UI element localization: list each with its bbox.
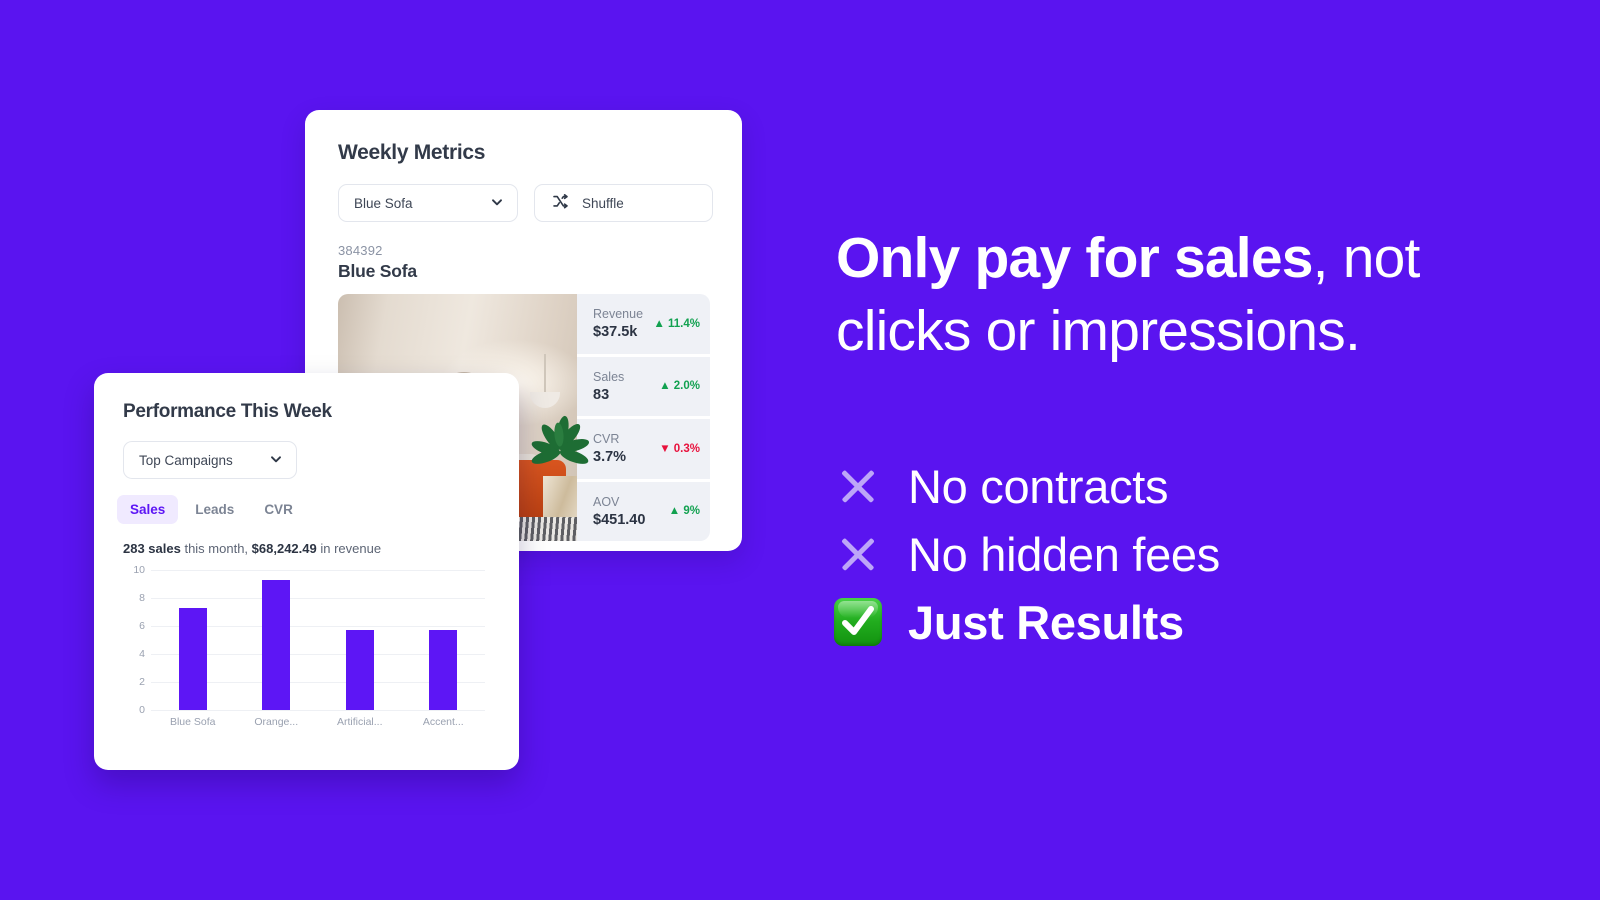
summary-tail: in revenue: [316, 541, 382, 556]
metric-delta-down: ▼ 0.3%: [659, 442, 700, 455]
metric-row: AOV $451.40 ▲ 9%: [577, 481, 710, 541]
product-id: 384392: [338, 243, 383, 258]
metric-row: Sales 83 ▲ 2.0%: [577, 356, 710, 416]
metric-row: Revenue $37.5k ▲ 11.4%: [577, 294, 710, 354]
x-axis-tick-label: Blue Sofa: [169, 716, 216, 728]
y-axis-tick-label: 2: [139, 676, 145, 688]
list-item-label: No hidden fees: [908, 527, 1220, 581]
plant-decor: [529, 406, 594, 482]
summary-mid: this month,: [180, 541, 252, 556]
metric-delta-up: ▲ 2.0%: [659, 380, 700, 393]
weekly-controls-row: Blue Sofa Shuffle: [305, 165, 742, 222]
check-mark-button-icon: [834, 598, 882, 646]
card-title: Performance This Week: [123, 401, 332, 422]
y-axis-tick-label: 10: [133, 564, 145, 576]
metric-label: AOV: [593, 494, 620, 509]
metric-label: Revenue: [593, 307, 644, 322]
metric-value: 3.7%: [593, 449, 627, 466]
promo-headline-block: Only pay for sales, not clicks or impres…: [836, 222, 1536, 368]
sales-bar-chart: 10 8 6 4 2 0 Blue Sofa Orange... Artificial... A…: [123, 564, 485, 730]
y-axis-tick-label: 8: [139, 592, 145, 604]
metric-delta-up: ▲ 11.4%: [653, 317, 700, 330]
card-title: Weekly Metrics: [338, 141, 486, 164]
metric-delta-up: ▲ 9%: [668, 505, 700, 518]
shuffle-button-label: Shuffle: [582, 195, 624, 211]
performance-card: Performance This Week Top Campaigns Sale…: [94, 373, 519, 770]
list-item-label: No contracts: [908, 459, 1169, 513]
gridline: [151, 710, 485, 711]
promo-benefit-list: No contracts No hidden fees Just Results: [834, 452, 1534, 656]
shuffle-button[interactable]: Shuffle: [534, 184, 713, 222]
metric-row: CVR 3.7% ▼ 0.3%: [577, 419, 710, 479]
y-axis-tick-label: 4: [139, 648, 145, 660]
metrics-list: Revenue $37.5k ▲ 11.4% Sales 83 ▲ 2.0% C…: [577, 294, 710, 541]
summary-revenue: $68,242.49: [251, 541, 317, 556]
campaign-select-value: Top Campaigns: [139, 452, 233, 468]
tab-cvr[interactable]: CVR: [251, 495, 306, 524]
chart-bar[interactable]: [429, 629, 458, 710]
metric-value: $37.5k: [593, 324, 638, 341]
page-title: Only pay for sales, not clicks or impres…: [836, 222, 1536, 368]
chart-bar[interactable]: [345, 629, 374, 710]
list-item: Just Results: [834, 588, 1534, 656]
campaign-select[interactable]: Top Campaigns: [123, 441, 297, 479]
list-item: No hidden fees: [834, 520, 1534, 588]
summary-sales-count: 283 sales: [123, 541, 181, 556]
metric-label: CVR: [593, 432, 620, 447]
chart-x-axis: Blue Sofa Orange... Artificial... Accent...: [151, 716, 485, 728]
metric-value: $451.40: [593, 511, 646, 528]
headline-emphasis: Only pay for sales: [836, 226, 1313, 290]
chart-bar[interactable]: [178, 607, 207, 710]
metric-tabs: Sales Leads CVR: [117, 495, 519, 524]
metric-label: Sales: [593, 369, 625, 384]
y-axis-tick-label: 0: [139, 704, 145, 716]
product-select[interactable]: Blue Sofa: [338, 184, 518, 222]
list-item-label: Just Results: [908, 595, 1184, 649]
x-axis-tick-label: Artificial...: [336, 716, 383, 728]
x-axis-tick-label: Accent...: [422, 716, 464, 728]
chart-bars: [151, 570, 485, 710]
product-name: Blue Sofa: [338, 261, 417, 281]
shuffle-icon: [552, 193, 569, 213]
list-item: No contracts: [834, 452, 1534, 520]
chevron-down-icon: [269, 452, 283, 469]
chart-bar[interactable]: [262, 579, 291, 710]
tab-leads[interactable]: Leads: [182, 495, 247, 524]
y-axis-tick-label: 6: [139, 620, 145, 632]
product-select-value: Blue Sofa: [354, 195, 413, 211]
tab-sales[interactable]: Sales: [117, 495, 179, 524]
cross-mark-icon: [834, 462, 882, 510]
x-axis-tick-label: Orange...: [254, 716, 299, 728]
cross-mark-icon: [834, 530, 882, 578]
summary-line: 283 sales this month, $68,242.49 in reve…: [123, 541, 519, 556]
chevron-down-icon: [490, 195, 504, 212]
metric-value: 83: [593, 386, 610, 403]
chart-y-axis: 10 8 6 4 2 0: [123, 564, 145, 716]
